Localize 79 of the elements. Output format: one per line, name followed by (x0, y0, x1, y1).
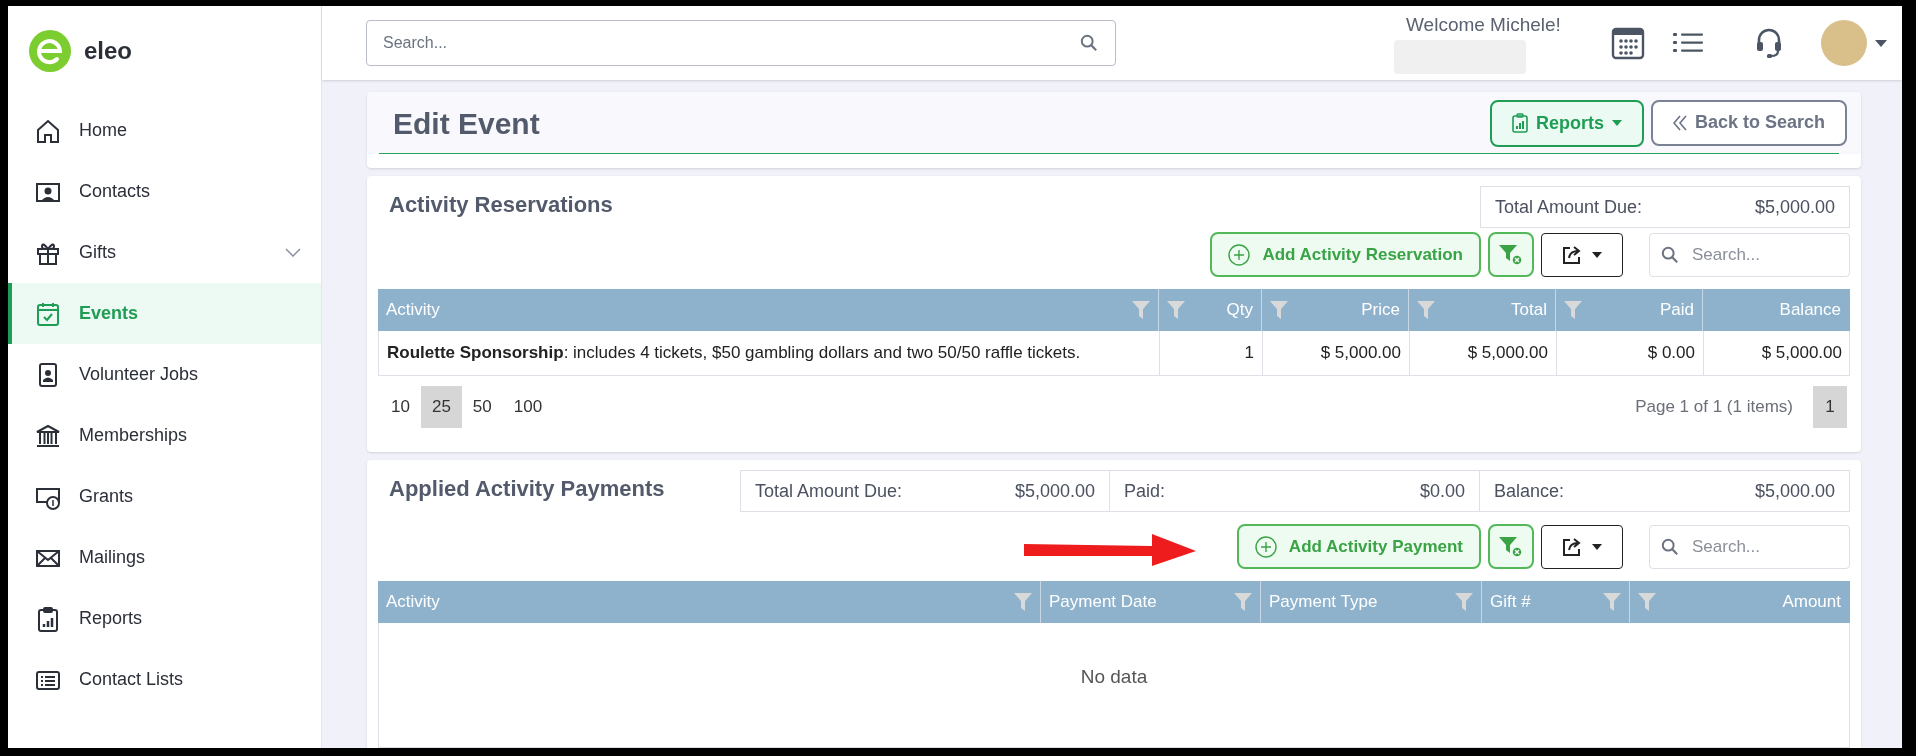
page-size-option[interactable]: 100 (502, 386, 554, 428)
search-icon (1661, 537, 1679, 556)
filter-icon[interactable] (1603, 593, 1621, 611)
sidebar-item[interactable]: Home (8, 100, 321, 161)
filter-icon[interactable] (1167, 301, 1185, 319)
summary-label: Total Amount Due: (755, 479, 903, 503)
export-button[interactable] (1541, 232, 1623, 277)
caret-icon (1592, 251, 1602, 258)
summary-label: Paid: (1124, 479, 1166, 503)
search-icon (1661, 245, 1679, 264)
add-reservation-button[interactable]: Add Activity Reservation (1210, 232, 1481, 277)
plus-circle-icon (1254, 535, 1277, 558)
logo-icon (28, 29, 72, 73)
clipboard-chart-icon (1511, 113, 1528, 133)
summary-value: $0.00 (1419, 479, 1465, 503)
page-info: Page 1 of 1 (1 items) (1635, 396, 1793, 419)
section-title: Activity Reservations (388, 191, 613, 219)
sidebar-item[interactable]: Gifts (8, 222, 321, 283)
page-title: Edit Event (393, 105, 540, 142)
filter-icon[interactable] (1270, 301, 1288, 319)
caret-icon (1874, 39, 1887, 47)
list-icon[interactable] (1672, 31, 1703, 55)
export-icon (1562, 536, 1582, 557)
export-button[interactable] (1541, 524, 1623, 569)
sidebar-item[interactable]: Volunteer Jobs (8, 344, 321, 405)
sidebar-item[interactable]: Grants (8, 466, 321, 527)
section-title: Applied Activity Payments (388, 475, 665, 503)
filter-icon[interactable] (1455, 593, 1473, 611)
empty-message: No data (1080, 665, 1148, 689)
summary-value: $5,000.00 (1014, 479, 1095, 503)
summary-label: Total Amount Due: (1495, 195, 1643, 219)
table-cell: $ 5,000.00 (1262, 331, 1409, 375)
export-icon (1562, 244, 1582, 265)
page-size-option[interactable]: 50 (461, 386, 503, 428)
search-field[interactable]: Search... (1649, 232, 1850, 277)
filter-icon[interactable] (1638, 593, 1656, 611)
filter-icon[interactable] (1132, 301, 1150, 319)
summary-value: $5,000.00 (1754, 479, 1835, 503)
table-cell: $ 0.00 (1556, 331, 1703, 375)
sidebar-item[interactable]: Contact Lists (8, 649, 321, 710)
sidebar-item[interactable]: Contacts (8, 161, 321, 222)
activity-description: Roulette Sponsorship: includes 4 tickets, $50 gambling dollars and two 50/50 raffle tickets. (386, 342, 1082, 365)
table-cell: $ 5,000.00 (1409, 331, 1556, 375)
page-button[interactable]: 1 (1813, 386, 1847, 428)
search-icon (1080, 34, 1098, 52)
sidebar-item[interactable]: Events (8, 283, 321, 344)
chevron-down-icon (285, 248, 301, 257)
clear-filter-button[interactable] (1488, 524, 1534, 569)
filter-clear-icon (1499, 243, 1523, 266)
filter-icon[interactable] (1417, 301, 1435, 319)
avatar (1820, 20, 1867, 66)
calendar-icon[interactable] (1610, 26, 1645, 60)
filter-icon[interactable] (1234, 593, 1252, 611)
caret-icon (1611, 120, 1622, 126)
clear-filter-button[interactable] (1488, 232, 1534, 277)
filter-clear-icon (1499, 535, 1523, 558)
sidebar-item[interactable]: Reports (8, 588, 321, 649)
reports-button[interactable]: Reports (1489, 99, 1644, 147)
table-cell: $ 5,000.00 (1703, 331, 1850, 375)
add-payment-button[interactable]: Add Activity Payment (1236, 524, 1481, 569)
filter-icon[interactable] (1564, 301, 1582, 319)
filter-icon[interactable] (1014, 593, 1032, 611)
table-cell: 1 (1159, 331, 1262, 375)
double-chevron-left-icon (1672, 114, 1687, 131)
summary-label: Balance: (1494, 479, 1565, 503)
back-button[interactable]: Back to Search (1650, 99, 1847, 146)
headset-icon[interactable] (1754, 27, 1783, 59)
search-field[interactable]: Search... (1649, 524, 1850, 569)
search-field[interactable]: Search... (366, 20, 1116, 66)
page-size-option[interactable]: 10 (380, 386, 421, 428)
sidebar-item[interactable]: Mailings (8, 527, 321, 588)
sidebar-item[interactable]: Memberships (8, 405, 321, 466)
welcome-text: Welcome Michele! (1406, 12, 1561, 37)
summary-value: $5,000.00 (1754, 195, 1835, 219)
plus-circle-icon (1228, 243, 1251, 266)
user-menu[interactable] (1820, 20, 1887, 66)
brand-name: eleo (84, 36, 133, 66)
page-size-option[interactable]: 25 (420, 386, 462, 428)
caret-icon (1592, 543, 1602, 550)
